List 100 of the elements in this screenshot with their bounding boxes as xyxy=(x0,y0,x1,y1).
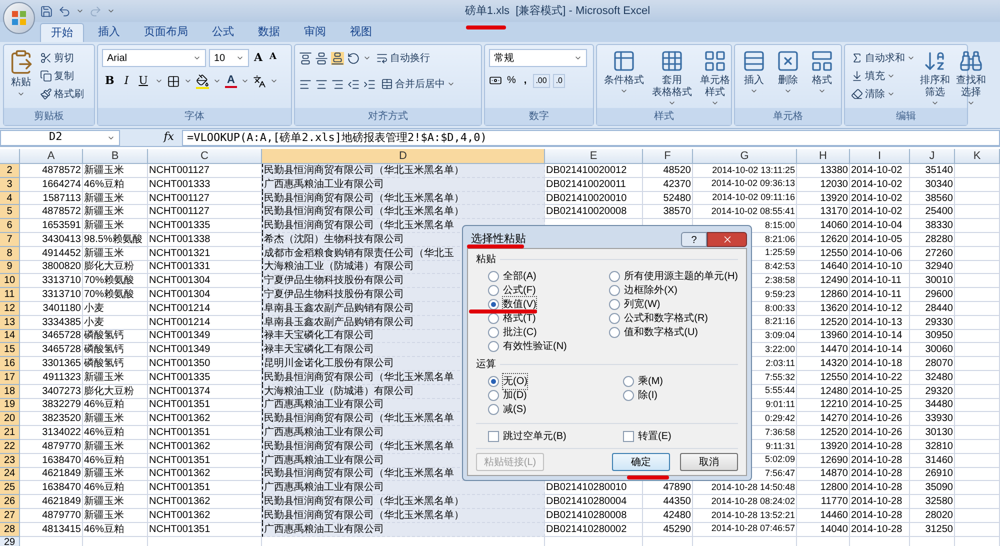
row-header[interactable]: 6 xyxy=(0,219,20,233)
decimal-button[interactable]: .0 xyxy=(552,74,566,88)
number-format-field[interactable]: 常规 xyxy=(489,49,587,67)
cells-button[interactable]: 格式 xyxy=(807,49,837,108)
row-header[interactable]: 5 xyxy=(0,205,20,220)
column-header[interactable]: F xyxy=(643,149,693,163)
sort-filter-button[interactable]: 排序和 筛选 xyxy=(917,49,953,108)
row-header[interactable]: 8 xyxy=(0,246,20,261)
percent-button[interactable]: % xyxy=(505,73,518,88)
clear-button[interactable]: 清除 xyxy=(849,85,917,103)
grow-font-button[interactable]: A xyxy=(252,50,265,66)
row-header[interactable]: 27 xyxy=(0,508,20,523)
table-cell: 12690 xyxy=(797,454,850,468)
font-size-field[interactable]: 10 xyxy=(209,49,249,67)
column-header[interactable]: A xyxy=(20,149,83,163)
column-header[interactable]: D xyxy=(262,149,545,163)
column-header[interactable]: I xyxy=(850,149,910,163)
column-header[interactable]: H xyxy=(797,149,850,163)
cells-button[interactable]: 删除 xyxy=(773,49,803,108)
formula-field[interactable]: =VLOOKUP(A:A,[磅单2.xls]地磅报表管理2!$A:$D,4,0) xyxy=(182,130,1000,146)
cancel-button[interactable]: 取消 xyxy=(680,453,738,471)
insert-function-label[interactable]: fx xyxy=(164,129,174,146)
table-cell: 民勤县恒润商贸有限公司（华北玉米黑名单） xyxy=(262,508,545,523)
row-header[interactable]: 16 xyxy=(0,357,20,371)
ribbon-tab[interactable]: 插入 xyxy=(88,23,130,42)
column-header[interactable]: B xyxy=(83,149,148,163)
format-painter-button[interactable]: 格式刷 xyxy=(38,85,86,103)
autosum-button[interactable]: 自动求和 xyxy=(849,49,917,67)
row-header[interactable]: 22 xyxy=(0,440,20,454)
table-cell: DB021410020011 xyxy=(545,178,643,192)
table-cell: NCHT001351 xyxy=(148,426,262,440)
row-header[interactable]: 12 xyxy=(0,302,20,316)
row-header[interactable]: 15 xyxy=(0,343,20,358)
row-header[interactable]: 2 xyxy=(0,164,20,178)
name-box[interactable]: D2 xyxy=(0,130,120,146)
font-color-button[interactable]: A xyxy=(224,74,237,88)
underline-button[interactable]: U xyxy=(136,73,151,90)
ribbon-tab[interactable]: 视图 xyxy=(340,23,382,42)
table-cell: 26910 xyxy=(910,468,955,482)
row-header[interactable]: 25 xyxy=(0,481,20,496)
italic-button[interactable]: I xyxy=(121,73,132,90)
table-cell: 30340 xyxy=(910,178,955,192)
table-cell: 28020 xyxy=(910,508,955,523)
table-cell: 30010 xyxy=(910,274,955,288)
table-cell: 2014-10-28 xyxy=(850,522,910,537)
find-select-button[interactable]: 查找和 选择 xyxy=(953,49,989,108)
cut-button[interactable]: 剪切 xyxy=(38,49,86,67)
row-header[interactable]: 4 xyxy=(0,192,20,206)
ribbon-tab[interactable]: 审阅 xyxy=(294,23,336,42)
ribbon-tab[interactable]: 公式 xyxy=(202,23,244,42)
style-button[interactable]: 单元格 样式 xyxy=(697,49,733,108)
row-header[interactable]: 23 xyxy=(0,454,20,468)
ribbon-tab[interactable]: 页面布局 xyxy=(134,23,198,42)
row-header[interactable]: 9 xyxy=(0,260,20,274)
paste-button[interactable]: 粘贴 xyxy=(8,49,34,90)
ribbon-tab[interactable]: 开始 xyxy=(40,23,84,42)
fill-button[interactable]: 填充 xyxy=(849,67,917,85)
wrap-text-button[interactable]: 自动换行 xyxy=(374,49,432,67)
comma-button[interactable]: , xyxy=(520,73,530,88)
column-header[interactable]: G xyxy=(693,149,797,163)
row-header[interactable]: 24 xyxy=(0,468,20,482)
table-cell: 新疆玉米 xyxy=(83,440,148,454)
ribbon-tab[interactable]: 数据 xyxy=(248,23,290,42)
bold-button[interactable]: B xyxy=(102,73,118,90)
copy-button[interactable]: 复制 xyxy=(38,67,86,85)
column-header[interactable]: J xyxy=(910,149,955,163)
column-header[interactable]: K xyxy=(955,149,1000,163)
table-cell: 民勤县恒润商贸有限公司（华北玉米黑名单） xyxy=(262,205,545,220)
row-header[interactable]: 26 xyxy=(0,495,20,509)
table-cell: 2014-10-02 08:55:41 xyxy=(693,205,797,220)
row-header[interactable]: 10 xyxy=(0,274,20,288)
cells-button[interactable]: 插入 xyxy=(739,49,769,108)
table-cell: 13380 xyxy=(797,164,850,178)
help-button[interactable]: ? xyxy=(681,232,707,246)
decimal-button[interactable]: .00 xyxy=(532,74,550,88)
table-cell: 2014-10-11 xyxy=(850,288,910,302)
row-header[interactable]: 28 xyxy=(0,522,20,537)
table-cell: 46%豆粕 xyxy=(83,522,148,537)
row-header[interactable]: 19 xyxy=(0,398,20,412)
option-label: 边框除外(X) xyxy=(624,284,678,298)
font-name-field[interactable]: Arial xyxy=(102,49,206,67)
row-header[interactable]: 20 xyxy=(0,412,20,426)
table-cell: 70%赖氨酸 xyxy=(83,274,148,288)
row-header[interactable]: 21 xyxy=(0,426,20,440)
row-header[interactable]: 7 xyxy=(0,232,20,247)
merge-center-button[interactable]: 合并后居中 xyxy=(379,75,457,93)
row-header[interactable]: 3 xyxy=(0,178,20,192)
style-button[interactable]: 套用 表格格式 xyxy=(649,49,695,108)
table-cell: 14060 xyxy=(797,219,850,233)
row-header[interactable]: 11 xyxy=(0,288,20,302)
row-header[interactable]: 18 xyxy=(0,384,20,399)
style-button[interactable]: 条件格式 xyxy=(601,49,647,108)
table-cell: 3401180 xyxy=(20,302,83,316)
shrink-font-button[interactable]: A xyxy=(268,51,279,65)
row-header[interactable]: 14 xyxy=(0,330,20,344)
column-header[interactable]: E xyxy=(545,149,643,163)
table-cell: 1587113 xyxy=(20,192,83,206)
ok-button[interactable]: 确定 xyxy=(612,453,670,471)
row-header[interactable]: 17 xyxy=(0,370,20,385)
row-header[interactable]: 13 xyxy=(0,316,20,330)
